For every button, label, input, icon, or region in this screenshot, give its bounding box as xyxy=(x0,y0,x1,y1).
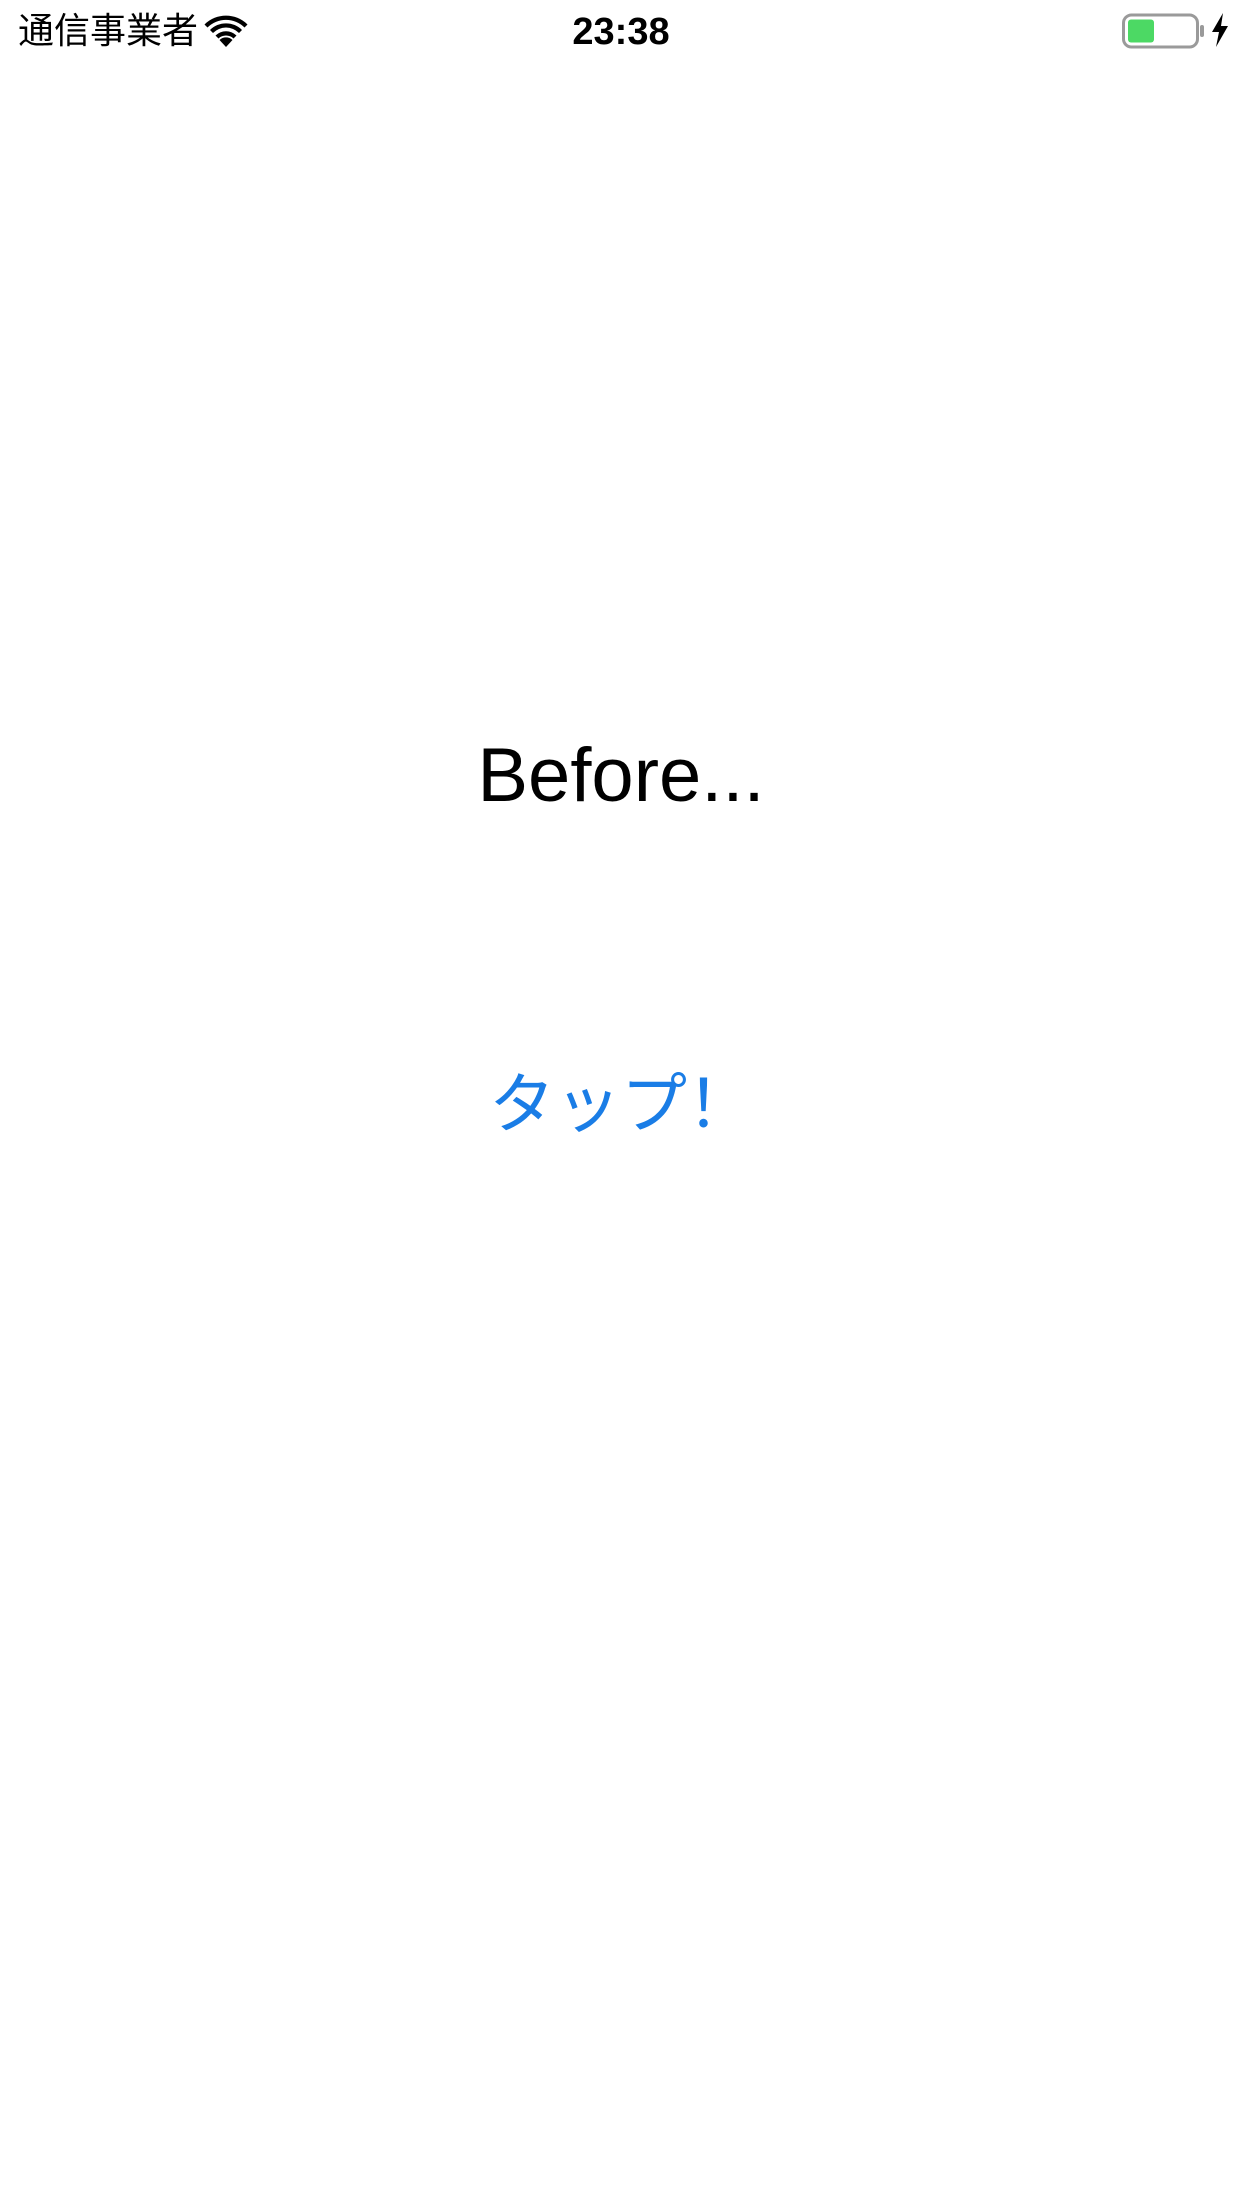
charging-bolt-icon xyxy=(1210,12,1230,48)
status-time: 23:38 xyxy=(572,11,670,53)
battery-icon xyxy=(1122,13,1208,49)
battery-fill xyxy=(1128,19,1154,43)
status-bar: 通信事業者 23:38 xyxy=(0,0,1242,60)
result-label: Before... xyxy=(477,733,765,818)
tap-button[interactable]: タップ！ xyxy=(471,1060,771,1150)
